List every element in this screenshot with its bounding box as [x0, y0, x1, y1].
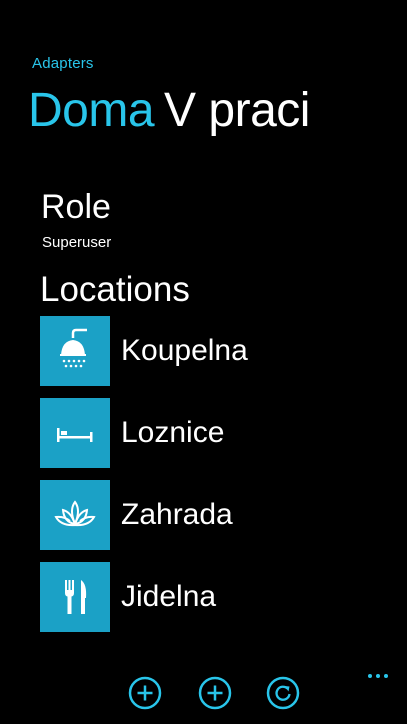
location-tile: [40, 562, 110, 632]
shower-icon: [60, 328, 87, 368]
dot: [376, 674, 380, 678]
app-bar: [10, 640, 407, 724]
location-label: Koupelna: [121, 334, 248, 367]
app-title: Adapters: [32, 55, 94, 72]
refresh-icon: [266, 676, 300, 710]
more-ellipsis-icon[interactable]: [368, 670, 392, 682]
location-label: Jidelna: [121, 580, 217, 613]
add-icon: [198, 676, 232, 710]
fork-knife-icon: [65, 580, 87, 614]
dot: [368, 674, 372, 678]
add-icon: [128, 676, 162, 710]
dot: [384, 674, 388, 678]
window-frame-right: [407, 0, 412, 724]
lotus-icon: [54, 500, 96, 527]
location-tile: [40, 316, 110, 386]
window-frame-left: [0, 0, 10, 724]
locations-heading: Locations: [40, 270, 190, 309]
app-window: Adapters Doma V praci Role Superuser Loca…: [10, 0, 407, 724]
refresh-button[interactable]: [266, 676, 300, 710]
bed-icon: [57, 428, 93, 442]
locations-list: Koupelna Loznice Zahrada Jidelna: [40, 316, 380, 644]
add-button[interactable]: [128, 676, 162, 710]
location-tile: [40, 398, 110, 468]
location-tile: [40, 480, 110, 550]
location-item-koupelna[interactable]: Koupelna: [40, 316, 380, 398]
location-item-jidelna[interactable]: Jidelna: [40, 562, 380, 644]
location-label: Loznice: [121, 416, 225, 449]
role-value: Superuser: [42, 234, 112, 251]
location-label: Zahrada: [121, 498, 233, 531]
role-heading: Role: [41, 188, 111, 226]
pivot-header: Doma V praci: [28, 82, 310, 140]
add-button-2[interactable]: [198, 676, 232, 710]
screen: Adapters Doma V praci Role Superuser Loca…: [0, 0, 412, 724]
location-item-zahrada[interactable]: Zahrada: [40, 480, 380, 562]
pivot-tab-doma[interactable]: Doma: [28, 82, 155, 140]
location-item-loznice[interactable]: Loznice: [40, 398, 380, 480]
pivot-tab-v-praci[interactable]: V praci: [164, 82, 310, 140]
